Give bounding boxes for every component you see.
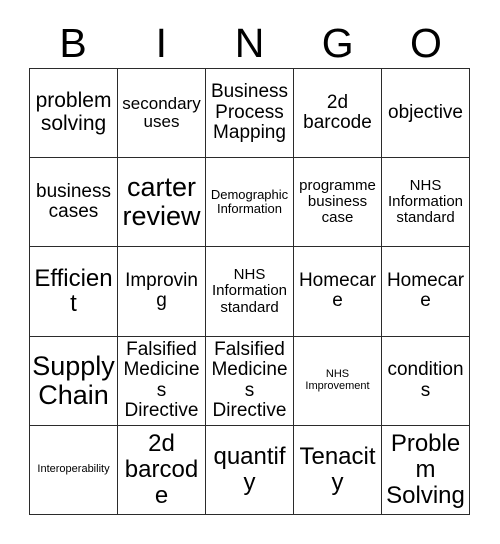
bingo-cell[interactable]: conditions <box>382 336 470 426</box>
bingo-cell[interactable]: problem solving <box>30 69 118 159</box>
bingo-cell-label: conditions <box>387 359 464 401</box>
bingo-cell-label: Supply Chain <box>32 350 115 410</box>
bingo-header-letter-i: I <box>155 19 167 66</box>
bingo-cell[interactable]: Homecare <box>294 247 382 337</box>
bingo-cell-label: Interoperability <box>37 462 110 475</box>
bingo-cell[interactable]: quantify <box>206 425 294 515</box>
bingo-cell-label: Falsified Medicines Directive <box>123 338 200 422</box>
bingo-cell[interactable]: programme business case <box>294 158 382 248</box>
bingo-cell-label: 2d barcode <box>124 430 199 509</box>
bingo-cell-label: quantify <box>213 442 286 496</box>
bingo-header-letter-b: B <box>59 19 87 66</box>
bingo-cell[interactable]: Problem Solving <box>382 425 470 515</box>
bingo-cell[interactable]: 2d barcode <box>118 425 206 515</box>
bingo-cell-label: objective <box>388 101 463 123</box>
bingo-cell-label: Business Process Mapping <box>210 81 289 144</box>
bingo-cell[interactable]: carter review <box>118 158 206 248</box>
bingo-cell[interactable]: 2d barcode <box>294 69 382 159</box>
bingo-cell-label: NHS Information standard <box>211 266 288 316</box>
bingo-cell-label: programme business case <box>299 177 376 227</box>
bingo-cell-label: Homecare <box>386 269 465 312</box>
bingo-cell[interactable]: NHS Improvement <box>294 336 382 426</box>
bingo-cell-label: carter review <box>122 172 201 232</box>
bingo-cell-label: Tenacity <box>299 442 376 496</box>
bingo-cell[interactable]: NHS Information standard <box>206 247 294 337</box>
bingo-cell[interactable]: NHS Information standard <box>382 158 470 248</box>
bingo-cell-label: Homecare <box>298 269 377 312</box>
bingo-cell[interactable]: Efficient <box>30 247 118 337</box>
bingo-cell-label: Demographic Information <box>210 187 289 217</box>
bingo-cell[interactable]: Demographic Information <box>206 158 294 248</box>
bingo-header-row: B I N G O <box>29 18 470 68</box>
bingo-cell[interactable]: Tenacity <box>294 425 382 515</box>
bingo-cell[interactable]: Business Process Mapping <box>206 69 294 159</box>
bingo-grid: problem solving secondary uses Business … <box>29 68 470 515</box>
bingo-header-letter-g: G <box>321 19 354 66</box>
bingo-cell-label: 2d barcode <box>303 91 372 134</box>
bingo-cell[interactable]: Homecare <box>382 247 470 337</box>
bingo-cell-label: Problem Solving <box>386 430 465 509</box>
bingo-cell[interactable]: business cases <box>30 158 118 248</box>
bingo-cell-label: Falsified Medicines Directive <box>211 338 288 422</box>
bingo-cell[interactable]: Supply Chain <box>30 336 118 426</box>
bingo-cell[interactable]: Improving <box>118 247 206 337</box>
bingo-cell-label: NHS Improvement <box>305 367 370 392</box>
bingo-cell-label: secondary uses <box>122 93 201 132</box>
bingo-cell[interactable]: Interoperability <box>30 425 118 515</box>
bingo-cell[interactable]: objective <box>382 69 470 159</box>
bingo-header-letter-o: O <box>409 19 442 66</box>
bingo-cell[interactable]: secondary uses <box>118 69 206 159</box>
bingo-cell-label: NHS Information standard <box>387 177 464 227</box>
bingo-cell-label: business cases <box>36 180 111 223</box>
bingo-cell-label: problem solving <box>35 89 112 136</box>
bingo-cell-label: Improving <box>125 269 198 312</box>
bingo-card: B I N G O problem solving secondary uses… <box>0 0 500 544</box>
bingo-header-letter-n: N <box>234 19 265 66</box>
bingo-cell[interactable]: Falsified Medicines Directive <box>118 336 206 426</box>
bingo-cell-label: Efficient <box>34 264 113 318</box>
bingo-cell[interactable]: Falsified Medicines Directive <box>206 336 294 426</box>
